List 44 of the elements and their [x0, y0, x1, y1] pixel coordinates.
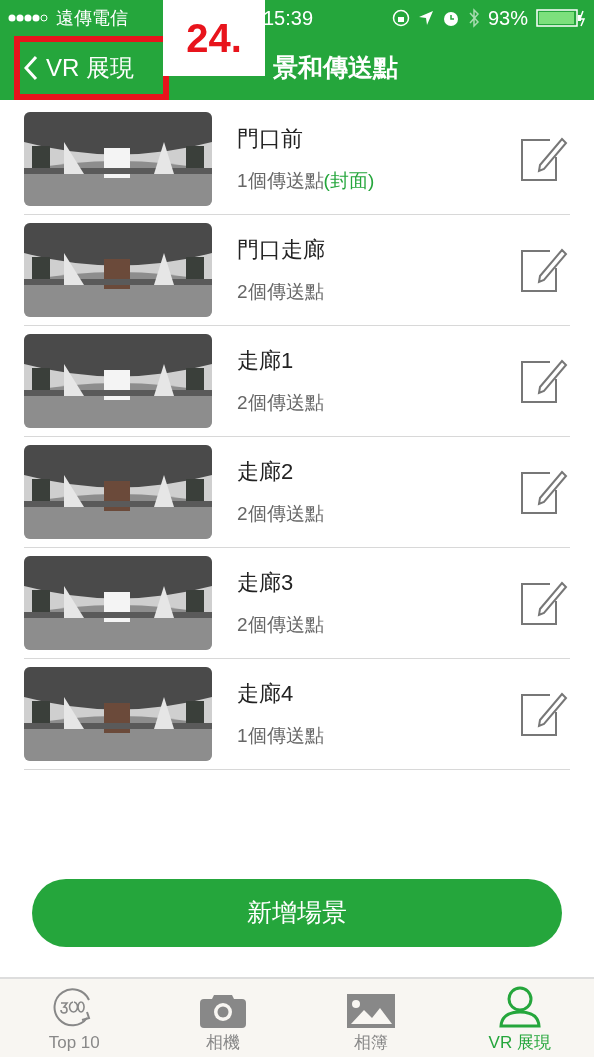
scene-name: 門口前 — [237, 125, 304, 154]
edit-button[interactable] — [520, 579, 568, 627]
scene-name: 走廊4 — [237, 680, 295, 709]
bluetooth-icon — [467, 8, 480, 28]
teleport-count: 1個傳送點 — [237, 724, 324, 749]
edit-icon — [520, 135, 568, 183]
battery-percent: 93% — [487, 6, 528, 31]
signal-icon — [8, 14, 48, 22]
tab-item[interactable]: VR 展現 — [445, 979, 594, 1057]
edit-icon — [520, 246, 568, 294]
tab-item[interactable]: Top 10 — [0, 979, 149, 1057]
teleport-count: 2個傳送點 — [237, 391, 324, 416]
scene-name: 走廊2 — [237, 458, 295, 487]
edit-icon — [520, 690, 568, 738]
screen-title: 景和傳送點 — [273, 52, 398, 84]
scene-name: 走廊3 — [237, 569, 295, 598]
tab-item[interactable]: 相機 — [148, 979, 297, 1057]
annotation-label: 24. — [163, 0, 265, 76]
edit-button[interactable] — [520, 468, 568, 516]
location-arrow-icon — [417, 10, 434, 26]
edit-button[interactable] — [520, 246, 568, 294]
edit-button[interactable] — [520, 135, 568, 183]
image-icon — [347, 993, 396, 1028]
carrier-name: 遠傳電信 — [56, 6, 128, 30]
status-time: 15:39 — [263, 6, 314, 31]
edit-icon — [520, 579, 568, 627]
back-button[interactable]: VR 展現 — [20, 50, 134, 86]
tab-item[interactable]: 相簿 — [297, 979, 446, 1057]
teleport-count: 2個傳送點 — [237, 613, 324, 638]
teleport-count: 2個傳送點 — [237, 502, 324, 527]
edit-icon — [520, 357, 568, 405]
teleport-count: 1個傳送點(封面) — [237, 169, 375, 194]
edit-button[interactable] — [520, 357, 568, 405]
battery-icon — [536, 9, 586, 27]
edit-icon — [520, 468, 568, 516]
rotation-lock-icon — [391, 9, 410, 27]
alarm-clock-icon — [441, 9, 460, 27]
teleport-count: 2個傳送點 — [237, 280, 325, 305]
chevron-left-icon — [24, 55, 38, 81]
scene-name: 走廊1 — [237, 347, 295, 376]
add-scene-button[interactable]: 新增場景 — [32, 879, 562, 947]
scene-name: 門口走廊 — [237, 236, 325, 265]
edit-button[interactable] — [520, 690, 568, 738]
person-icon — [497, 985, 542, 1028]
